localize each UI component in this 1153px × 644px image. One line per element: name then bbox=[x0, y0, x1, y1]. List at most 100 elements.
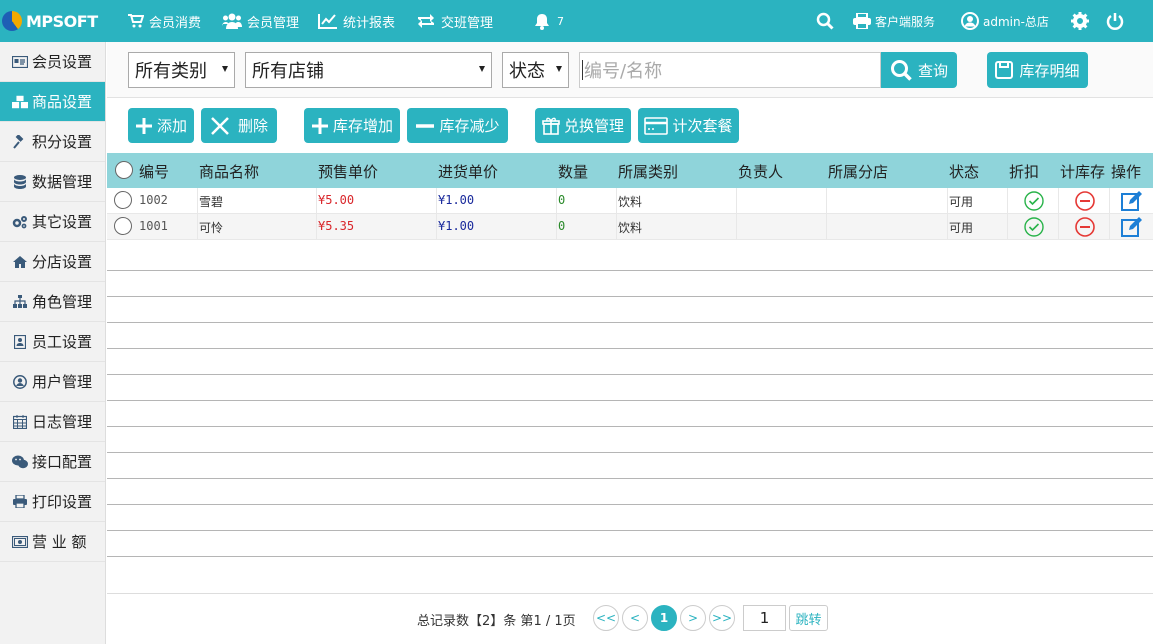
exchange-button[interactable]: 兑换管理 bbox=[535, 108, 631, 143]
check-circle-icon[interactable] bbox=[1024, 217, 1044, 240]
sidebar-item[interactable]: 营 业 额 bbox=[0, 522, 105, 562]
table-header: 编号 商品名称 预售单价 进货单价 数量 所属类别 负责人 所属分店 状态 折扣 计库存 操作 bbox=[107, 153, 1153, 188]
table-row[interactable]: 1002 雪碧 ¥5.00 ¥1.00 0 饮料 可用 bbox=[107, 188, 1153, 214]
stock-detail-button[interactable]: 库存明细 bbox=[987, 52, 1088, 88]
count-package-button[interactable]: 计次套餐 bbox=[638, 108, 739, 143]
grid-line bbox=[107, 478, 1153, 479]
edit-icon[interactable] bbox=[1121, 216, 1143, 241]
nav-statistics[interactable]: 统计报表 bbox=[318, 0, 395, 42]
user-menu[interactable]: admin-总店 bbox=[961, 0, 1049, 42]
grid-line bbox=[107, 296, 1153, 297]
category-select[interactable]: 所有类别 bbox=[128, 52, 235, 88]
column-separator bbox=[197, 188, 198, 214]
check-circle-icon[interactable] bbox=[1024, 191, 1044, 214]
contact-card-icon bbox=[12, 334, 28, 350]
sidebar-item[interactable]: 积分设置 bbox=[0, 122, 105, 162]
add-button[interactable]: 添加 bbox=[128, 108, 194, 143]
category-select-value: 所有类别 bbox=[135, 61, 207, 82]
sidebar-item-label: 员工设置 bbox=[32, 333, 93, 351]
status-select[interactable]: 状态 bbox=[502, 52, 569, 88]
filter-bar: 所有类别 所有店铺 状态 编号/名称 查询 库存明细 bbox=[107, 42, 1153, 98]
power-icon bbox=[1106, 13, 1124, 30]
nav-member-manage[interactable]: 会员管理 bbox=[222, 0, 299, 42]
sidebar-item-label: 用户管理 bbox=[32, 373, 93, 391]
sidebar-item[interactable]: 分店设置 bbox=[0, 242, 105, 282]
id-card-icon bbox=[12, 54, 28, 70]
nav-member-consume[interactable]: 会员消费 bbox=[128, 0, 201, 42]
sidebar-item[interactable]: 接口配置 bbox=[0, 442, 105, 482]
edit-icon[interactable] bbox=[1121, 190, 1143, 215]
money-icon bbox=[12, 534, 28, 550]
user-circle-icon bbox=[961, 12, 979, 30]
column-header: 计库存 bbox=[1060, 163, 1106, 181]
grid-line bbox=[107, 374, 1153, 375]
page-number-input[interactable]: 1 bbox=[743, 605, 786, 631]
column-separator bbox=[616, 214, 617, 240]
exchange-label: 兑换管理 bbox=[563, 117, 624, 135]
stock-increase-button[interactable]: 库存增加 bbox=[304, 108, 400, 143]
minus-circle-icon[interactable] bbox=[1075, 191, 1095, 214]
jump-button[interactable]: 跳转 bbox=[789, 605, 828, 631]
last-page-button[interactable]: >> bbox=[709, 605, 735, 631]
sidebar-item[interactable]: 用户管理 bbox=[0, 362, 105, 402]
settings-button[interactable] bbox=[1071, 0, 1089, 42]
gift-icon bbox=[542, 117, 560, 135]
store-select[interactable]: 所有店铺 bbox=[245, 52, 492, 88]
search-input[interactable]: 编号/名称 bbox=[579, 52, 881, 88]
home-icon bbox=[12, 254, 28, 270]
client-service-link[interactable]: 客户端服务 bbox=[853, 0, 935, 42]
stock-decrease-button[interactable]: 库存减少 bbox=[407, 108, 508, 143]
sidebar-item-label: 积分设置 bbox=[32, 133, 93, 151]
cell-code: 1001 bbox=[139, 219, 168, 233]
sidebar-item-label: 营 业 额 bbox=[32, 533, 87, 551]
select-all-radio[interactable] bbox=[115, 161, 133, 179]
prev-page-button[interactable]: < bbox=[622, 605, 648, 631]
minus-circle-icon[interactable] bbox=[1075, 217, 1095, 240]
grid-line bbox=[107, 452, 1153, 453]
table-row[interactable]: 1001 可怜 ¥5.35 ¥1.00 0 饮料 可用 bbox=[107, 214, 1153, 240]
notification-count: 7 bbox=[557, 14, 564, 28]
sidebar-item[interactable]: 日志管理 bbox=[0, 402, 105, 442]
sidebar-item[interactable]: 会员设置 bbox=[0, 42, 105, 82]
first-page-button[interactable]: << bbox=[593, 605, 619, 631]
sidebar-item[interactable]: 其它设置 bbox=[0, 202, 105, 242]
credit-card-icon bbox=[644, 116, 669, 135]
column-separator bbox=[556, 188, 557, 214]
row-select-radio[interactable] bbox=[114, 217, 132, 235]
column-separator bbox=[1058, 214, 1059, 240]
caret-down-icon bbox=[222, 66, 228, 72]
next-page-button[interactable]: > bbox=[680, 605, 706, 631]
print-icon bbox=[853, 13, 871, 29]
pagination: 总记录数【2】条 第1 / 1页 << < 1 > >> 1 跳转 bbox=[107, 593, 1153, 644]
summary-prefix: 总记录数【 bbox=[417, 614, 483, 629]
print-icon bbox=[12, 494, 28, 510]
column-header: 负责人 bbox=[738, 163, 784, 181]
sidebar-item[interactable]: 角色管理 bbox=[0, 282, 105, 322]
minus-icon bbox=[416, 123, 435, 128]
close-icon bbox=[211, 116, 229, 135]
page-1-button[interactable]: 1 bbox=[651, 605, 677, 631]
column-header: 商品名称 bbox=[199, 163, 260, 181]
cell-status: 可用 bbox=[949, 221, 974, 235]
sidebar-item[interactable]: 打印设置 bbox=[0, 482, 105, 522]
sidebar-item[interactable]: 商品设置 bbox=[0, 82, 105, 122]
cell-category: 饮料 bbox=[618, 221, 643, 235]
sidebar-item-label: 其它设置 bbox=[32, 213, 93, 231]
sidebar-item[interactable]: 数据管理 bbox=[0, 162, 105, 202]
search-toggle[interactable] bbox=[816, 0, 834, 42]
grid-line bbox=[107, 556, 1153, 557]
delete-button[interactable]: 删除 bbox=[201, 108, 277, 143]
nav-shift[interactable]: 交班管理 bbox=[416, 0, 493, 42]
grid-line bbox=[107, 504, 1153, 505]
save-icon bbox=[995, 61, 1014, 79]
database-icon bbox=[12, 174, 28, 190]
sidebar-item[interactable]: 员工设置 bbox=[0, 322, 105, 362]
column-header: 预售单价 bbox=[318, 163, 379, 181]
grid-line bbox=[107, 400, 1153, 401]
app-logo[interactable]: MPSOFT bbox=[0, 6, 104, 36]
row-select-radio[interactable] bbox=[114, 191, 132, 209]
query-button[interactable]: 查询 bbox=[881, 52, 957, 88]
column-header: 所属类别 bbox=[618, 163, 679, 181]
logout-button[interactable] bbox=[1106, 0, 1124, 42]
nav-notifications[interactable]: 7 bbox=[534, 0, 564, 42]
